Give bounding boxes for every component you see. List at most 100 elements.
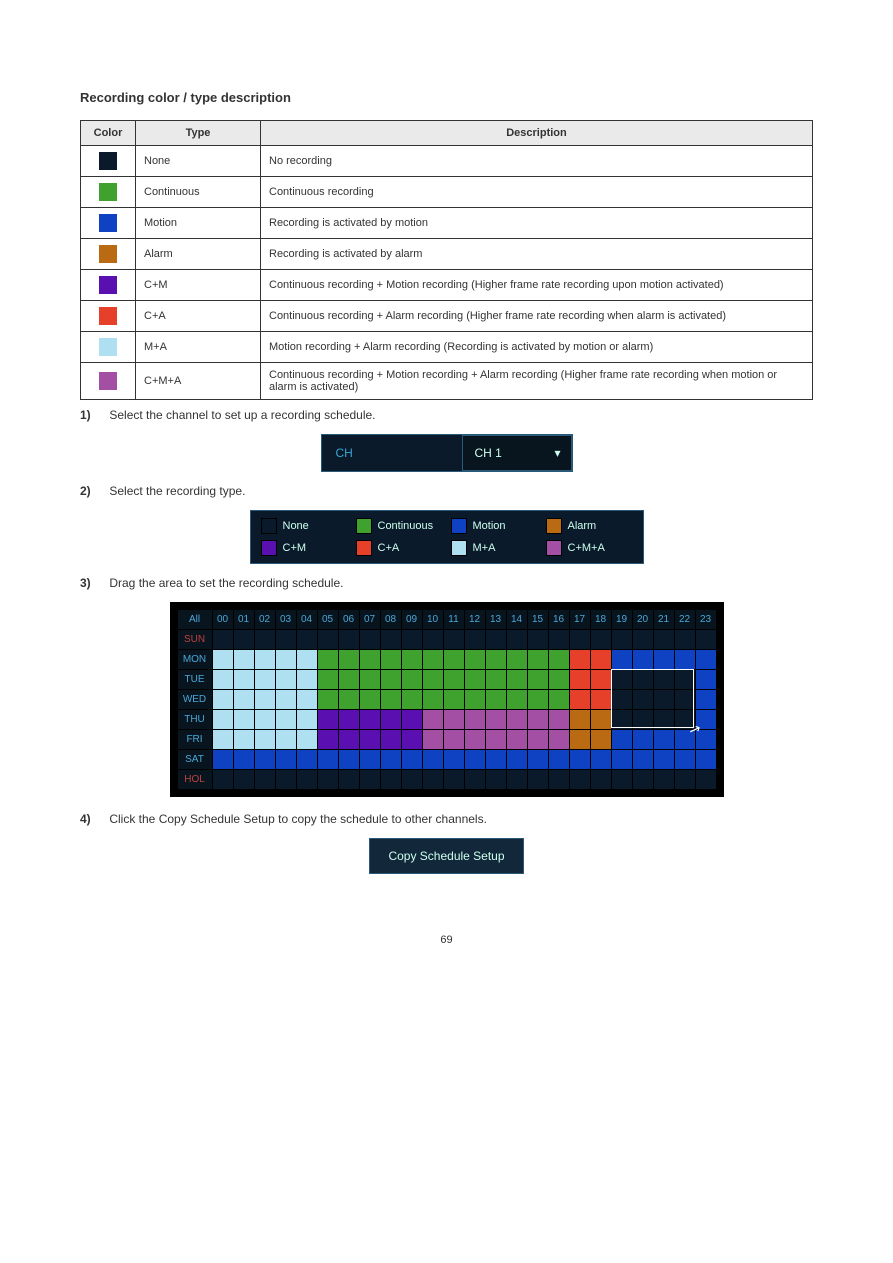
schedule-cell[interactable]	[255, 770, 275, 789]
schedule-cell[interactable]	[612, 670, 632, 689]
schedule-cell[interactable]	[423, 770, 443, 789]
hour-header[interactable]: 22	[675, 610, 695, 629]
schedule-cell[interactable]	[591, 690, 611, 709]
schedule-cell[interactable]	[360, 750, 380, 769]
schedule-cell[interactable]	[402, 650, 422, 669]
hour-header[interactable]: 16	[549, 610, 569, 629]
schedule-cell[interactable]	[381, 730, 401, 749]
schedule-cell[interactable]	[381, 770, 401, 789]
schedule-cell[interactable]	[234, 690, 254, 709]
schedule-cell[interactable]	[276, 630, 296, 649]
legend-item[interactable]: C+A	[352, 537, 447, 559]
hour-header[interactable]: 20	[633, 610, 653, 629]
schedule-cell[interactable]	[570, 770, 590, 789]
schedule-cell[interactable]	[654, 730, 674, 749]
schedule-cell[interactable]	[696, 710, 716, 729]
schedule-cell[interactable]	[276, 730, 296, 749]
schedule-cell[interactable]	[654, 690, 674, 709]
hour-header[interactable]: 03	[276, 610, 296, 629]
schedule-cell[interactable]	[402, 730, 422, 749]
ch-dropdown[interactable]: CH 1	[462, 435, 572, 471]
schedule-cell[interactable]	[591, 630, 611, 649]
schedule-cell[interactable]	[360, 630, 380, 649]
schedule-cell[interactable]	[381, 750, 401, 769]
schedule-cell[interactable]	[507, 650, 527, 669]
schedule-cell[interactable]	[318, 770, 338, 789]
schedule-cell[interactable]	[423, 750, 443, 769]
schedule-cell[interactable]	[654, 750, 674, 769]
schedule-cell[interactable]	[444, 670, 464, 689]
schedule-cell[interactable]	[528, 670, 548, 689]
schedule-cell[interactable]	[339, 690, 359, 709]
schedule-cell[interactable]	[507, 690, 527, 709]
schedule-cell[interactable]	[381, 670, 401, 689]
schedule-cell[interactable]	[591, 710, 611, 729]
schedule-cell[interactable]	[549, 770, 569, 789]
hour-header[interactable]: 14	[507, 610, 527, 629]
schedule-grid[interactable]: All0001020304050607080910111213141516171…	[170, 602, 724, 797]
schedule-cell[interactable]	[360, 710, 380, 729]
schedule-cell[interactable]	[339, 650, 359, 669]
schedule-cell[interactable]	[444, 710, 464, 729]
schedule-cell[interactable]	[234, 770, 254, 789]
schedule-cell[interactable]	[570, 650, 590, 669]
hour-header[interactable]: 07	[360, 610, 380, 629]
schedule-cell[interactable]	[612, 690, 632, 709]
schedule-cell[interactable]	[234, 630, 254, 649]
schedule-cell[interactable]	[549, 690, 569, 709]
day-header[interactable]: SAT	[178, 750, 212, 769]
legend-item[interactable]: Alarm	[542, 515, 637, 537]
schedule-cell[interactable]	[696, 690, 716, 709]
schedule-cell[interactable]	[633, 670, 653, 689]
schedule-cell[interactable]	[486, 630, 506, 649]
hour-header[interactable]: 15	[528, 610, 548, 629]
schedule-cell[interactable]	[696, 750, 716, 769]
schedule-cell[interactable]	[339, 710, 359, 729]
day-header[interactable]: MON	[178, 650, 212, 669]
schedule-cell[interactable]	[696, 730, 716, 749]
hour-header[interactable]: 00	[213, 610, 233, 629]
schedule-cell[interactable]	[654, 670, 674, 689]
schedule-cell[interactable]	[297, 710, 317, 729]
schedule-cell[interactable]	[633, 770, 653, 789]
schedule-cell[interactable]	[255, 670, 275, 689]
schedule-cell[interactable]	[360, 670, 380, 689]
schedule-cell[interactable]	[339, 770, 359, 789]
schedule-cell[interactable]	[591, 650, 611, 669]
schedule-cell[interactable]	[465, 710, 485, 729]
schedule-cell[interactable]	[360, 730, 380, 749]
schedule-cell[interactable]	[507, 630, 527, 649]
hour-header[interactable]: 21	[654, 610, 674, 629]
schedule-cell[interactable]	[318, 670, 338, 689]
schedule-cell[interactable]	[633, 710, 653, 729]
hour-header[interactable]: 02	[255, 610, 275, 629]
schedule-cell[interactable]	[402, 750, 422, 769]
schedule-cell[interactable]	[591, 730, 611, 749]
schedule-cell[interactable]	[276, 710, 296, 729]
schedule-cell[interactable]	[213, 710, 233, 729]
schedule-cell[interactable]	[339, 630, 359, 649]
schedule-cell[interactable]	[570, 670, 590, 689]
schedule-cell[interactable]	[318, 710, 338, 729]
schedule-cell[interactable]	[444, 750, 464, 769]
schedule-cell[interactable]	[612, 650, 632, 669]
schedule-cell[interactable]	[423, 670, 443, 689]
schedule-cell[interactable]	[213, 730, 233, 749]
schedule-cell[interactable]	[570, 690, 590, 709]
schedule-cell[interactable]	[297, 670, 317, 689]
schedule-cell[interactable]	[654, 770, 674, 789]
schedule-cell[interactable]	[297, 690, 317, 709]
schedule-cell[interactable]	[465, 690, 485, 709]
schedule-cell[interactable]	[486, 710, 506, 729]
schedule-cell[interactable]	[486, 750, 506, 769]
schedule-cell[interactable]	[549, 670, 569, 689]
schedule-cell[interactable]	[528, 650, 548, 669]
day-header[interactable]: WED	[178, 690, 212, 709]
legend-item[interactable]: C+M+A	[542, 537, 637, 559]
schedule-cell[interactable]	[297, 750, 317, 769]
hour-header[interactable]: 10	[423, 610, 443, 629]
schedule-cell[interactable]	[360, 770, 380, 789]
schedule-cell[interactable]	[297, 650, 317, 669]
schedule-cell[interactable]	[654, 630, 674, 649]
schedule-cell[interactable]	[381, 710, 401, 729]
